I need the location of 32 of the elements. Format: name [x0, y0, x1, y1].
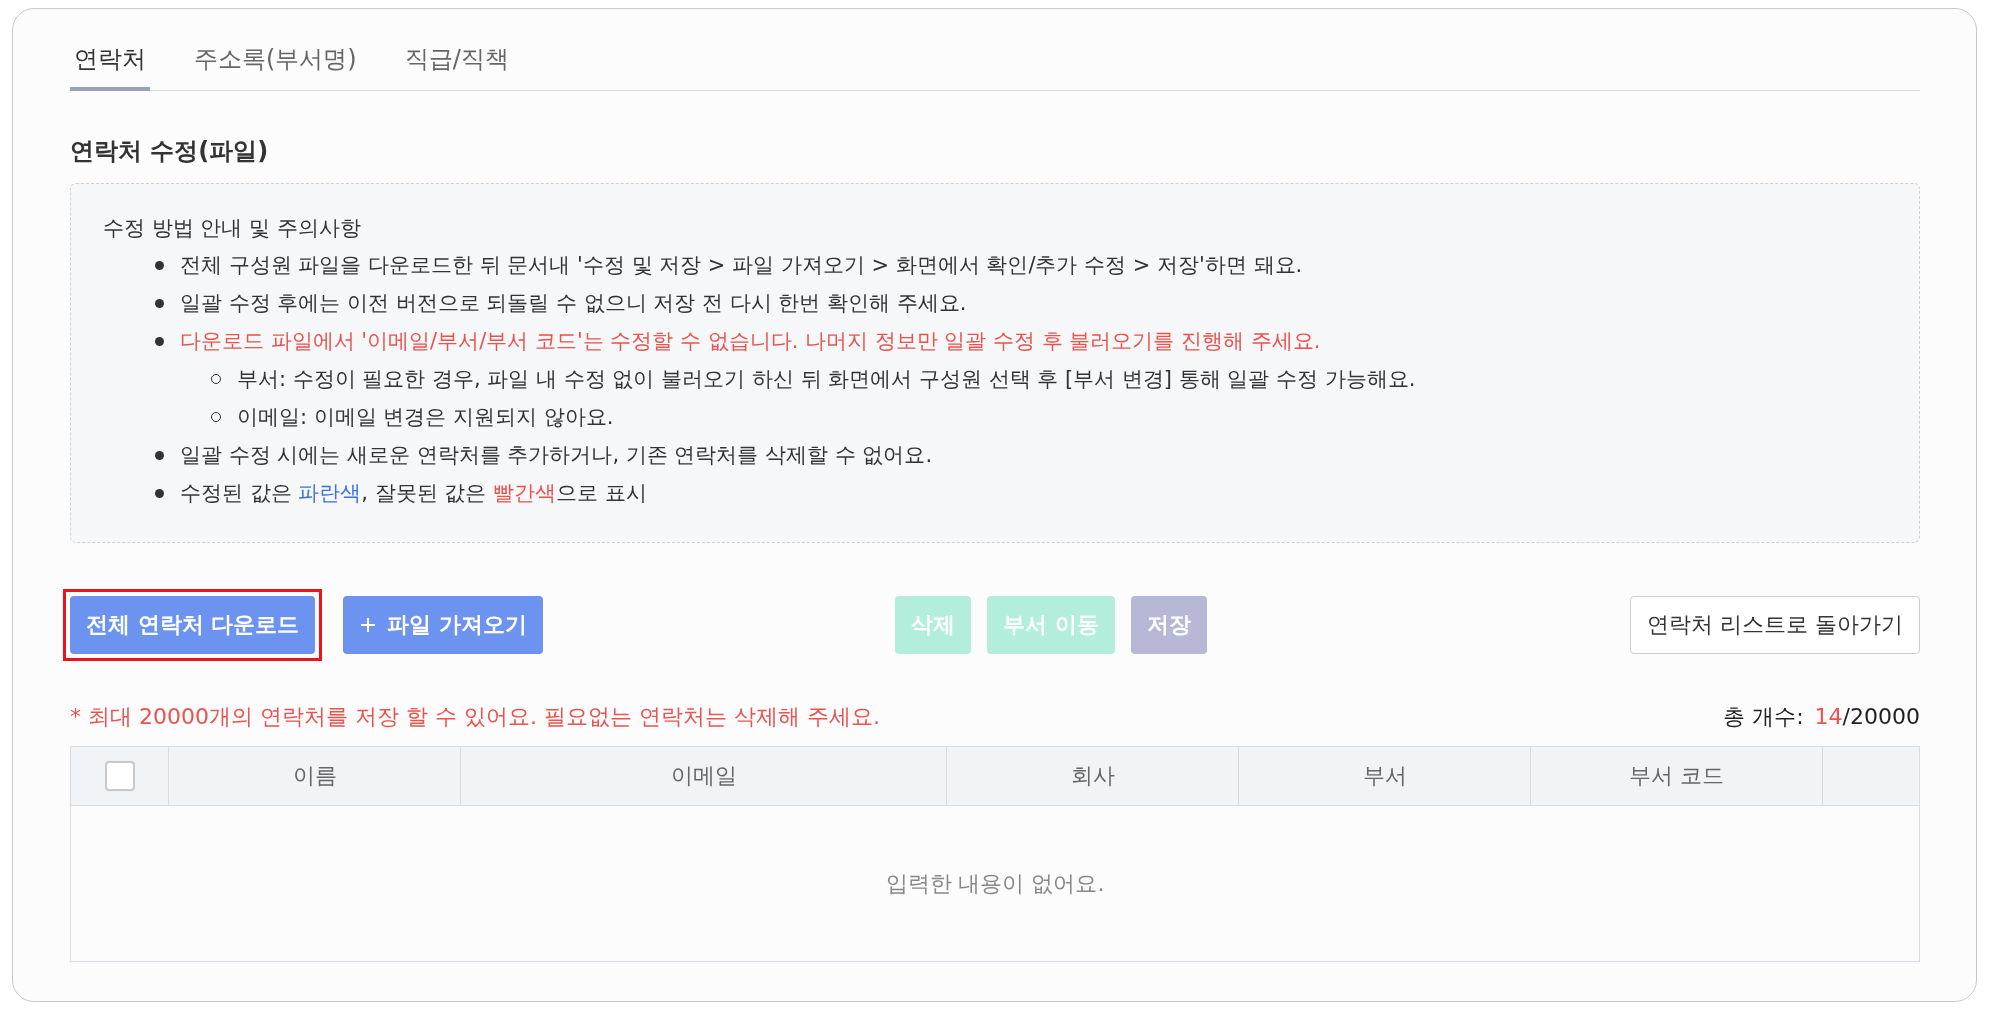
bullet-icon — [155, 260, 164, 270]
count-max: /20000 — [1842, 704, 1920, 729]
column-header: 회사 — [1070, 762, 1115, 790]
tab[interactable]: 주소록(부서명) — [190, 35, 361, 91]
plus-icon — [359, 616, 378, 634]
notice-item: 이메일: 이메일 변경은 지원되지 않아요. — [237, 404, 614, 431]
notice-item: 일괄 수정 후에는 이전 버전으로 되돌릴 수 없으니 저장 전 다시 한번 확인해 주세요. — [180, 290, 967, 317]
notice-item: 전체 구성원 파일을 다운로드한 뒤 문서내 '수정 및 저장 > 파일 가져오기 > 화면에서 확인/추가 수정 > 저장'하면 돼요. — [180, 252, 1303, 279]
tab[interactable]: 직급/직책 — [400, 35, 513, 91]
column-header: 부서 — [1362, 762, 1407, 790]
back-to-list-button[interactable]: 연락처 리스트로 돌아가기 — [1630, 596, 1920, 654]
select-all-checkbox[interactable] — [104, 761, 135, 791]
bullet-icon — [155, 298, 164, 308]
limit-note: * 최대 20000개의 연락처를 저장 할 수 있어요. 필요없는 연락처는 삭제해 주세요. — [70, 703, 880, 731]
section-title: 연락처 수정(파일) — [70, 136, 270, 167]
empty-message: 입력한 내용이 없어요. — [885, 869, 1105, 898]
count-current: 14 — [1814, 704, 1843, 729]
notice-item: 일괄 수정 시에는 새로운 연락처를 추가하거나, 기존 연락처를 삭제할 수 없어요. — [180, 442, 933, 469]
bullet-icon — [155, 488, 164, 498]
toolbar-button[interactable]: 전체 연락처 다운로드 — [70, 596, 316, 654]
toolbar-button[interactable]: 파일 가져오기 — [343, 596, 543, 654]
notice-heading: 수정 방법 안내 및 주의사항 — [103, 215, 362, 242]
notice-item: 수정된 값은 파란색, 잘못된 값은 빨간색으로 표시 — [180, 480, 647, 507]
bullet-icon — [155, 336, 164, 346]
column-header: 부서 코드 — [1629, 762, 1724, 790]
notice-item: 부서: 수정이 필요한 경우, 파일 내 수정 없이 불러오기 하신 뒤 화면에서 구성원 선택 후 [부서 변경] 통해 일괄 수정 가능해요. — [237, 366, 1416, 393]
column-header: 이메일 — [670, 762, 737, 790]
notice-item: 다운로드 파일에서 '이메일/부서/부서 코드'는 수정할 수 없습니다. 나머지 정보만 일괄 수정 후 불러오기를 진행해 주세요. — [180, 328, 1321, 355]
count-label: 총 개수: — [1723, 704, 1804, 729]
tab[interactable]: 연락처 — [70, 35, 150, 91]
column-header: 이름 — [292, 762, 337, 790]
bullet-icon — [155, 450, 164, 460]
